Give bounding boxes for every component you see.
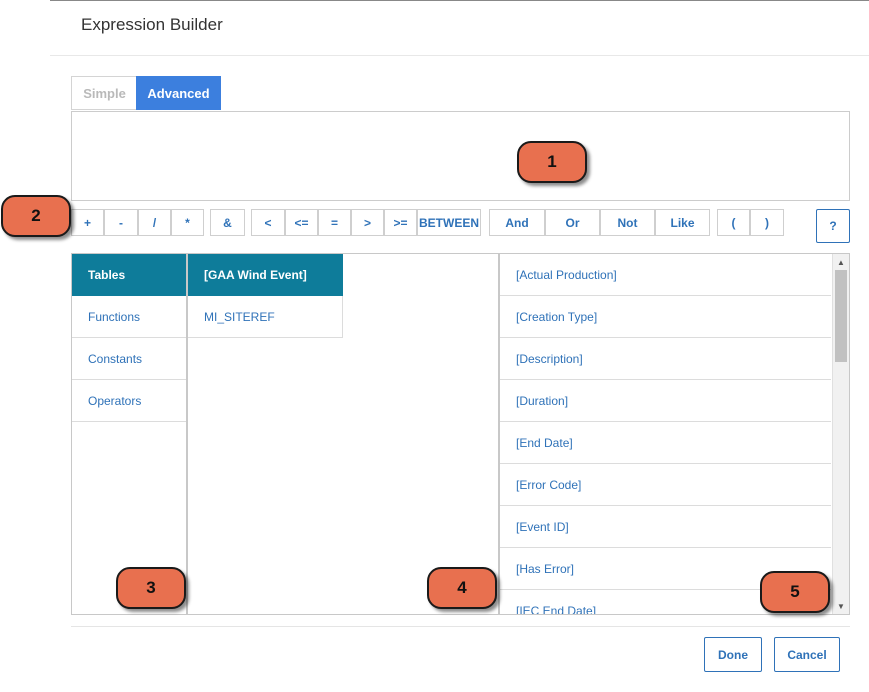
field-item[interactable]: [Description] bbox=[500, 338, 831, 380]
operator-divide-button[interactable]: / bbox=[138, 209, 171, 236]
operator-open-paren-button[interactable]: ( bbox=[717, 209, 750, 236]
operator-or-button[interactable]: Or bbox=[545, 209, 600, 236]
tab-simple[interactable]: Simple bbox=[71, 76, 137, 110]
title-divider bbox=[50, 55, 869, 56]
scroll-down-arrow-icon[interactable]: ▼ bbox=[833, 599, 849, 613]
category-item-functions[interactable]: Functions bbox=[72, 296, 186, 338]
field-list: [Actual Production] [Creation Type] [Des… bbox=[499, 253, 850, 615]
category-item-operators[interactable]: Operators bbox=[72, 380, 186, 422]
callout-2: 2 bbox=[1, 195, 71, 237]
operator-and-button[interactable]: And bbox=[489, 209, 545, 236]
operator-between-button[interactable]: BETWEEN bbox=[417, 209, 481, 236]
field-list-scrollbar[interactable]: ▲ ▼ bbox=[832, 254, 849, 614]
scroll-up-arrow-icon[interactable]: ▲ bbox=[833, 255, 849, 269]
callout-1: 1 bbox=[517, 141, 587, 183]
field-item[interactable]: [Event ID] bbox=[500, 506, 831, 548]
footer-divider bbox=[71, 626, 850, 627]
callout-3: 3 bbox=[116, 567, 186, 609]
table-item-gaa-wind-event[interactable]: [GAA Wind Event] bbox=[188, 254, 343, 296]
callout-4: 4 bbox=[427, 567, 497, 609]
operator-plus-button[interactable]: + bbox=[71, 209, 104, 236]
field-item[interactable]: [Creation Type] bbox=[500, 296, 831, 338]
category-list: Tables Functions Constants Operators bbox=[71, 253, 187, 615]
operator-gt-button[interactable]: > bbox=[351, 209, 384, 236]
table-list: [GAA Wind Event] MI_SITEREF bbox=[187, 253, 499, 615]
operator-not-button[interactable]: Not bbox=[600, 209, 655, 236]
field-item[interactable]: [Error Code] bbox=[500, 464, 831, 506]
field-item[interactable]: [End Date] bbox=[500, 422, 831, 464]
table-item-mi-siteref[interactable]: MI_SITEREF bbox=[188, 296, 343, 338]
expression-textarea[interactable] bbox=[71, 111, 850, 201]
category-item-tables[interactable]: Tables bbox=[72, 254, 186, 296]
scrollbar-thumb[interactable] bbox=[835, 270, 847, 362]
operator-minus-button[interactable]: - bbox=[104, 209, 138, 236]
field-item[interactable]: [Actual Production] bbox=[500, 254, 831, 296]
help-button[interactable]: ? bbox=[816, 209, 850, 243]
operator-eq-button[interactable]: = bbox=[318, 209, 351, 236]
dialog-title: Expression Builder bbox=[81, 15, 223, 34]
field-item[interactable]: [Duration] bbox=[500, 380, 831, 422]
operator-lte-button[interactable]: <= bbox=[285, 209, 318, 236]
category-item-constants[interactable]: Constants bbox=[72, 338, 186, 380]
operator-close-paren-button[interactable]: ) bbox=[750, 209, 784, 236]
done-button[interactable]: Done bbox=[704, 637, 762, 672]
tab-advanced[interactable]: Advanced bbox=[136, 76, 221, 110]
operator-gte-button[interactable]: >= bbox=[384, 209, 417, 236]
operator-concat-button[interactable]: & bbox=[210, 209, 245, 236]
callout-5: 5 bbox=[760, 571, 830, 613]
operator-multiply-button[interactable]: * bbox=[171, 209, 204, 236]
cancel-button[interactable]: Cancel bbox=[774, 637, 840, 672]
operator-like-button[interactable]: Like bbox=[655, 209, 710, 236]
top-border bbox=[50, 0, 869, 1]
operator-lt-button[interactable]: < bbox=[251, 209, 285, 236]
